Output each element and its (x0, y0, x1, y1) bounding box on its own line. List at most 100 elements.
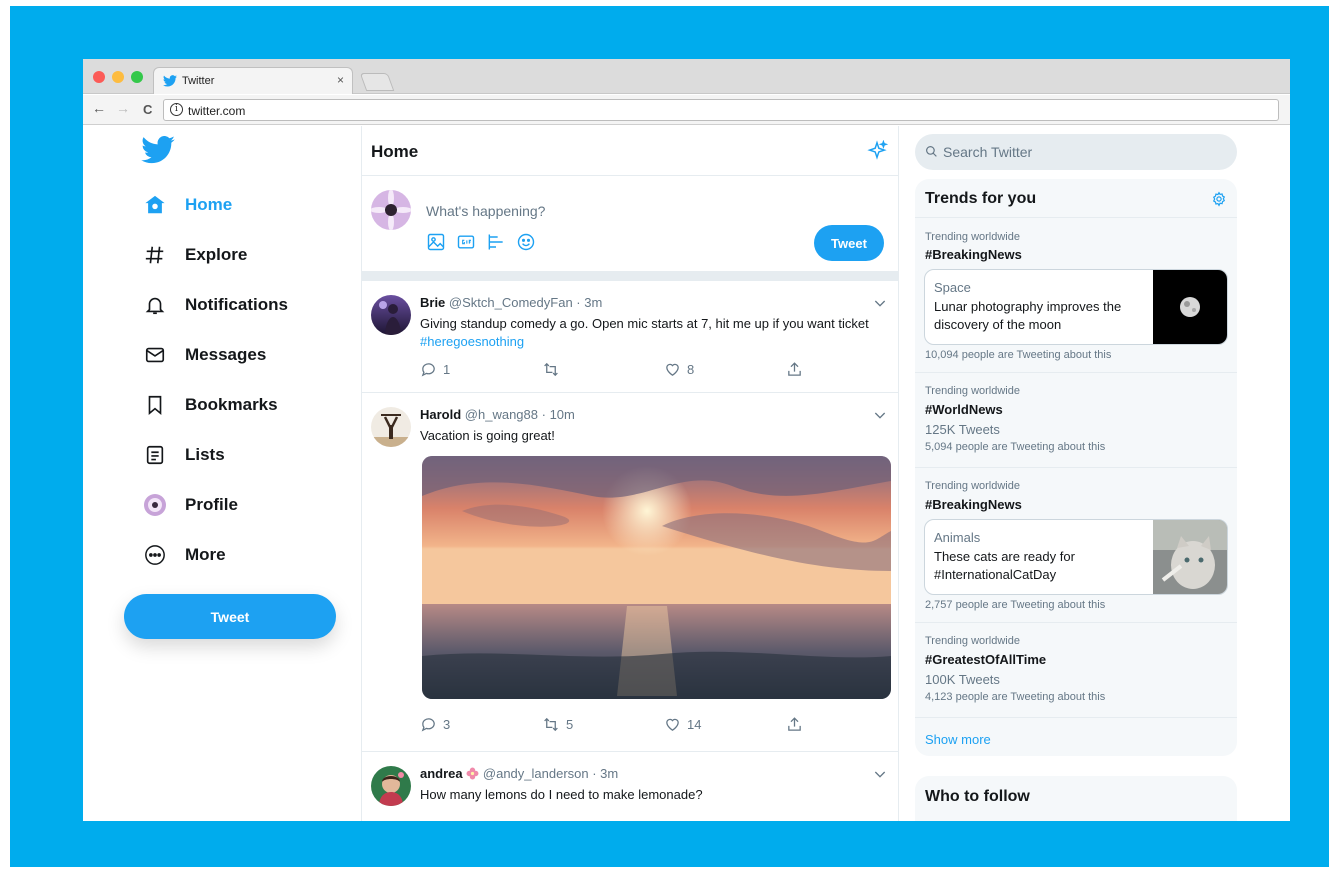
chevron-down-icon[interactable] (872, 407, 888, 423)
trend-tag[interactable]: #BreakingNews (925, 247, 1022, 262)
avatar (371, 766, 411, 806)
trend-tag[interactable]: #GreatestOfAllTime (925, 652, 1046, 667)
sidebar-item-messages[interactable]: Messages (143, 340, 266, 370)
divider (915, 622, 1237, 623)
like-button[interactable]: 8 (664, 361, 786, 378)
sidebar-tweet-button[interactable]: Tweet (124, 594, 336, 639)
heart-icon (666, 718, 679, 731)
divider (915, 467, 1237, 468)
gear-icon[interactable] (1211, 191, 1227, 207)
trend-tag[interactable]: #BreakingNews (925, 497, 1022, 512)
chevron-down-icon[interactable] (872, 766, 888, 782)
sidebar-item-lists[interactable]: Lists (143, 440, 225, 470)
sidebar-item-more[interactable]: More (143, 540, 226, 570)
reload-icon[interactable]: C (143, 102, 152, 117)
compose-tweet-button[interactable]: Tweet (814, 225, 884, 261)
retweet-icon (544, 362, 558, 377)
reply-button[interactable]: 1 (420, 361, 542, 378)
share-icon (788, 717, 801, 731)
back-icon[interactable]: ← (92, 100, 106, 116)
tweet-author[interactable]: andrea (420, 766, 463, 781)
tweet[interactable]: Brie @Sktch_ComedyFan · 3m Giving standu… (362, 281, 898, 393)
avatar (371, 407, 411, 447)
tab-bar: Twitter × (83, 59, 1290, 94)
twitter-logo-icon[interactable] (141, 136, 175, 164)
browser-window: Twitter × ← → C i twitter.com Home Explo… (83, 59, 1290, 821)
show-more-link[interactable]: Show more (925, 732, 991, 747)
sidebar-item-notifications[interactable]: Notifications (143, 290, 288, 320)
trend-tag[interactable]: #WorldNews (925, 402, 1003, 417)
search-input[interactable]: Search Twitter (915, 134, 1237, 170)
tweet-handle[interactable]: @h_wang88 (465, 407, 538, 422)
reply-button[interactable]: 3 (420, 716, 542, 733)
trend-context: Trending worldwide (925, 231, 1020, 243)
trends-panel: Trends for you Trending worldwide #Break… (915, 179, 1237, 756)
timeline-header: Home (362, 126, 898, 176)
timeline: Home What's happening? Tweet Brie @Sktch… (361, 126, 899, 821)
more-icon (143, 543, 167, 567)
trend-card[interactable]: Space Lunar photography improves the dis… (924, 269, 1228, 345)
tab-title: Twitter (182, 75, 215, 87)
avatar (371, 190, 411, 230)
retweet-button[interactable]: 5 (542, 716, 664, 733)
who-to-follow-panel: Who to follow (915, 776, 1237, 821)
like-button[interactable]: 14 (664, 716, 786, 733)
bell-icon (143, 293, 167, 317)
sidebar-item-explore[interactable]: Explore (143, 240, 247, 270)
retweet-count: 5 (566, 717, 574, 732)
image-icon[interactable] (426, 232, 446, 252)
retweet-button[interactable] (542, 361, 664, 378)
sidebar-item-label: Profile (185, 495, 238, 514)
url-input[interactable]: i twitter.com (163, 99, 1279, 121)
maximize-window-button[interactable] (131, 71, 143, 83)
trend-people: 2,757 people are Tweeting about this (925, 599, 1106, 611)
tab-close-icon[interactable]: × (337, 73, 344, 87)
twitter-bird-icon (163, 75, 177, 87)
divider (362, 271, 898, 281)
trends-title: Trends for you (925, 190, 1037, 207)
share-button[interactable] (786, 361, 898, 378)
sidebar-item-profile[interactable]: Profile (143, 490, 238, 520)
compose-input[interactable]: What's happening? (426, 203, 545, 219)
tweet[interactable]: andrea @andy_landerson · 3m How many lem… (362, 752, 898, 821)
list-icon (143, 443, 167, 467)
tweet-actions: 3 5 14 (420, 716, 898, 733)
sidebar-item-label: Home (185, 195, 233, 214)
chevron-down-icon[interactable] (872, 295, 888, 311)
trend-card[interactable]: Animals These cats are ready for #Intern… (924, 519, 1228, 595)
gif-icon[interactable] (456, 232, 476, 252)
hashtag-icon (143, 243, 167, 267)
tweet-photo[interactable] (422, 456, 891, 699)
reply-count: 3 (443, 717, 451, 732)
minimize-window-button[interactable] (112, 71, 124, 83)
tweet-author[interactable]: Harold (420, 407, 461, 422)
envelope-icon (143, 343, 167, 367)
sparkle-icon[interactable] (866, 140, 888, 162)
tweet[interactable]: Harold @h_wang88 · 10m Vacation is going… (362, 393, 898, 752)
like-count: 14 (687, 717, 702, 732)
tweet-handle[interactable]: @andy_landerson (483, 766, 589, 781)
forward-icon[interactable]: → (116, 100, 130, 116)
emoji-icon[interactable] (516, 232, 536, 252)
site-info-icon[interactable]: i (170, 103, 183, 116)
share-button[interactable] (786, 716, 898, 733)
new-tab-button[interactable] (359, 73, 395, 91)
trend-people: 4,123 people are Tweeting about this (925, 691, 1106, 703)
who-to-follow-title: Who to follow (925, 788, 1030, 805)
heart-icon (666, 363, 679, 376)
trend-context: Trending worldwide (925, 635, 1020, 647)
reply-icon (421, 718, 435, 732)
divider (915, 372, 1237, 373)
tweet-author[interactable]: Brie (420, 295, 445, 310)
browser-tab[interactable]: Twitter × (153, 67, 353, 94)
url-text: twitter.com (188, 104, 246, 118)
sidebar-item-bookmarks[interactable]: Bookmarks (143, 390, 278, 420)
poll-icon[interactable] (486, 232, 506, 252)
close-window-button[interactable] (93, 71, 105, 83)
hashtag-link[interactable]: #heregoesnothing (420, 334, 524, 349)
sidebar-item-home[interactable]: Home (143, 190, 232, 220)
trend-people: 5,094 people are Tweeting about this (925, 441, 1106, 453)
page-title: Home (371, 142, 419, 161)
tweet-handle[interactable]: @Sktch_ComedyFan (449, 295, 573, 310)
card-text: Lunar photography improves the discovery… (934, 299, 1122, 332)
